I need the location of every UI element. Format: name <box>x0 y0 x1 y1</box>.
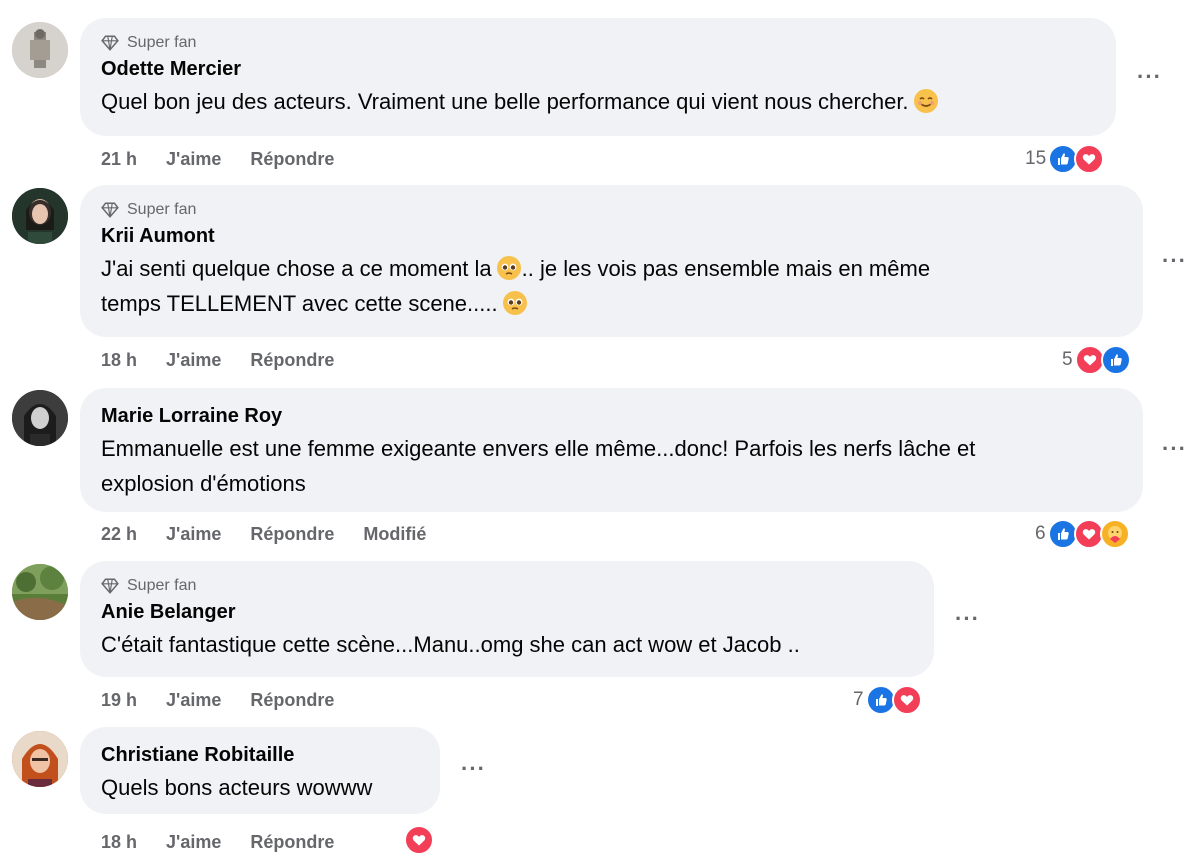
reactions-summary[interactable]: 7 <box>853 684 922 716</box>
author-name[interactable]: Odette Mercier <box>101 54 1096 84</box>
avatar[interactable] <box>12 188 68 244</box>
reaction-count: 15 <box>1025 148 1047 169</box>
reaction-count: 7 <box>853 689 864 710</box>
reactions-summary[interactable] <box>404 824 434 856</box>
comment-text-line: J'ai senti quelque chose a ce moment la <box>101 256 492 281</box>
comment-actions: 21 h J'aime Répondre <box>101 146 363 172</box>
comment-bubble: Marie Lorraine Roy Emmanuelle est une fe… <box>80 388 1143 512</box>
comment-text: Emmanuelle est une femme exigeante enver… <box>101 431 1123 501</box>
badge-label: Super fan <box>127 201 197 218</box>
author-name[interactable]: Marie Lorraine Roy <box>101 401 1123 431</box>
author-name[interactable]: Anie Belanger <box>101 597 914 627</box>
comment-bubble: Super fan Odette Mercier Quel bon jeu de… <box>80 18 1116 136</box>
avatar[interactable] <box>12 390 68 446</box>
badge-label: Super fan <box>127 34 197 51</box>
badge-label: Super fan <box>127 577 197 594</box>
smiling-face-emoji <box>913 89 938 113</box>
author-name[interactable]: Christiane Robitaille <box>101 740 420 770</box>
like-button[interactable]: J'aime <box>166 690 221 711</box>
love-icon <box>891 685 922 715</box>
more-options-button[interactable]: ··· <box>461 756 486 782</box>
more-options-button[interactable]: ··· <box>1162 248 1187 274</box>
comment-text-line: explosion d'émotions <box>101 471 306 496</box>
comment-text: J'ai senti quelque chose a ce moment la.… <box>101 251 1123 321</box>
pleading-face-emoji <box>502 291 527 315</box>
comment-text-line: Emmanuelle est une femme exigeante enver… <box>101 436 976 461</box>
comment-actions: 22 h J'aime Répondre Modifié <box>101 521 455 547</box>
timestamp[interactable]: 21 h <box>101 149 137 170</box>
care-icon <box>1099 519 1130 549</box>
avatar[interactable] <box>12 564 68 620</box>
comment-actions: 18 h J'aime Répondre <box>101 829 363 855</box>
diamond-icon <box>101 578 119 594</box>
edited-label[interactable]: Modifié <box>363 524 426 545</box>
reactions-summary[interactable]: 15 <box>1025 143 1105 175</box>
comment-bubble: Super fan Krii Aumont J'ai senti quelque… <box>80 185 1143 337</box>
avatar[interactable] <box>12 731 68 787</box>
diamond-icon <box>101 202 119 218</box>
comment-actions: 19 h J'aime Répondre <box>101 687 363 713</box>
comment-bubble: Christiane Robitaille Quels bons acteurs… <box>80 727 440 814</box>
timestamp[interactable]: 18 h <box>101 832 137 853</box>
comment-text-line: .. je les vois pas ensemble mais en même <box>521 256 931 281</box>
reactions-summary[interactable]: 6 <box>1035 518 1130 550</box>
reply-button[interactable]: Répondre <box>250 832 334 853</box>
comment-actions: 18 h J'aime Répondre <box>101 347 363 373</box>
super-fan-badge: Super fan <box>101 32 1096 54</box>
diamond-icon <box>101 35 119 51</box>
love-icon <box>1074 144 1105 174</box>
timestamp[interactable]: 22 h <box>101 524 137 545</box>
reaction-count: 5 <box>1062 349 1073 370</box>
reply-button[interactable]: Répondre <box>250 350 334 371</box>
comment-text-line: temps TELLEMENT avec cette scene..... <box>101 291 498 316</box>
reactions-summary[interactable]: 5 <box>1062 344 1131 376</box>
reply-button[interactable]: Répondre <box>250 690 334 711</box>
reply-button[interactable]: Répondre <box>250 149 334 170</box>
comment-bubble: Super fan Anie Belanger C'était fantasti… <box>80 561 934 677</box>
author-name[interactable]: Krii Aumont <box>101 221 1123 251</box>
reply-button[interactable]: Répondre <box>250 524 334 545</box>
like-button[interactable]: J'aime <box>166 832 221 853</box>
love-icon <box>404 825 434 855</box>
comment-text: C'était fantastique cette scène...Manu..… <box>101 632 800 657</box>
like-button[interactable]: J'aime <box>166 149 221 170</box>
more-options-button[interactable]: ··· <box>1162 436 1187 462</box>
more-options-button[interactable]: ··· <box>955 606 980 632</box>
more-options-button[interactable]: ··· <box>1137 64 1162 90</box>
like-button[interactable]: J'aime <box>166 350 221 371</box>
comment-text-body: Quel bon jeu des acteurs. Vraiment une b… <box>101 89 909 114</box>
comment-text: Quel bon jeu des acteurs. Vraiment une b… <box>101 84 1096 119</box>
like-button[interactable]: J'aime <box>166 524 221 545</box>
pleading-face-emoji <box>496 256 521 280</box>
super-fan-badge: Super fan <box>101 575 914 597</box>
super-fan-badge: Super fan <box>101 199 1123 221</box>
avatar[interactable] <box>12 22 68 78</box>
comment-text: Quels bons acteurs wowww <box>101 775 373 800</box>
reaction-count: 6 <box>1035 523 1046 544</box>
timestamp[interactable]: 18 h <box>101 350 137 371</box>
like-icon <box>1100 345 1131 375</box>
timestamp[interactable]: 19 h <box>101 690 137 711</box>
